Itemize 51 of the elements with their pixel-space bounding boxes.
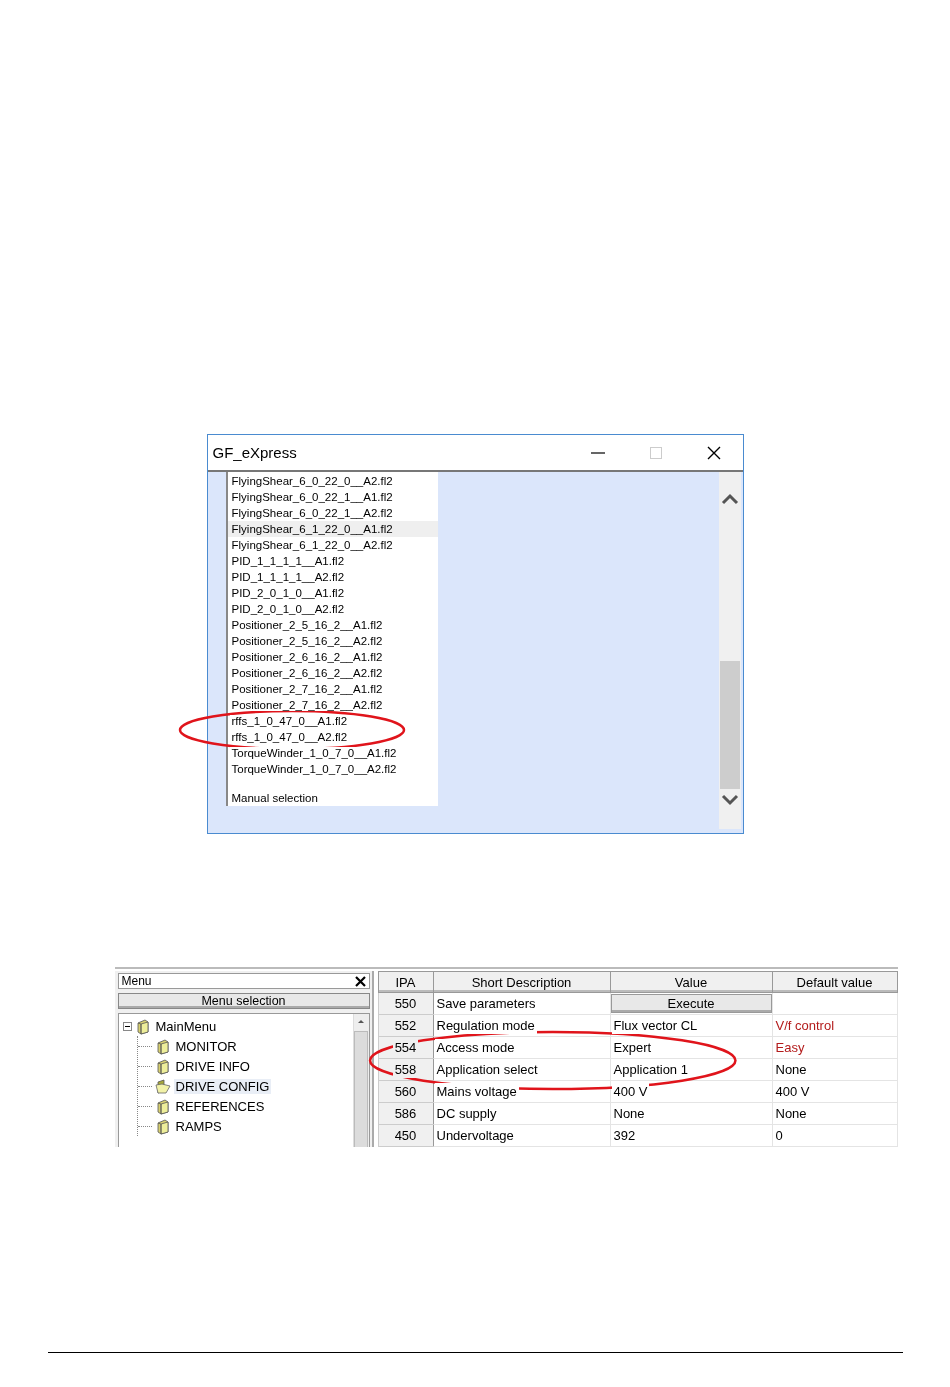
tree-item[interactable]: DRIVE CONFIG <box>173 1078 272 1094</box>
list-item[interactable]: TorqueWinder_1_0_7_0__A1.fl2 <box>229 747 399 759</box>
folder-icon <box>154 1037 171 1055</box>
list-item[interactable]: Positioner_2_6_16_2__A1.fl2 <box>229 651 385 663</box>
list-item[interactable]: Positioner_2_7_16_2__A1.fl2 <box>229 683 385 695</box>
tree-item[interactable]: RAMPS <box>173 1118 224 1134</box>
list-item[interactable]: FlyingShear_6_0_22_0__A2.fl2 <box>229 475 395 487</box>
column-header[interactable]: Value <box>610 971 772 993</box>
list-item[interactable]: rffs_1_0_47_0__A2.fl2 <box>229 731 350 743</box>
scrollbar-thumb[interactable] <box>719 661 740 789</box>
list-item[interactable]: PID_2_0_1_0__A1.fl2 <box>229 587 347 599</box>
list-item[interactable]: PID_1_1_1_1__A2.fl2 <box>229 571 347 583</box>
column-header[interactable]: Short Description <box>433 971 610 993</box>
list-item[interactable]: PID_2_0_1_0__A2.fl2 <box>229 603 347 615</box>
column-header[interactable]: Default value <box>772 971 897 993</box>
menu-selection-button[interactable]: Menu selection <box>117 993 370 1009</box>
close-icon <box>706 445 721 460</box>
window-title: GF_eXpress <box>212 444 298 461</box>
list-item[interactable]: Positioner_2_6_16_2__A2.fl2 <box>229 667 385 679</box>
list-item[interactable]: FlyingShear_6_1_22_0__A1.fl2 <box>229 523 395 535</box>
column-header[interactable]: IPA <box>378 971 433 993</box>
tree-item[interactable]: MONITOR <box>173 1038 239 1054</box>
table-cell: Mains voltage <box>434 1083 519 1100</box>
folder-icon <box>154 1097 171 1115</box>
maximize-icon <box>649 446 662 459</box>
chevron-up-icon <box>720 492 739 506</box>
tree-item[interactable]: MainMenu <box>153 1018 219 1034</box>
panel-title: Menu <box>121 974 153 988</box>
scrollbar[interactable] <box>352 1014 369 1147</box>
list-item[interactable]: Manual selection <box>229 792 320 804</box>
list-item[interactable]: rffs_1_0_47_0__A1.fl2 <box>229 715 350 727</box>
list-item[interactable]: Positioner_2_5_16_2__A1.fl2 <box>229 619 385 631</box>
list-item[interactable]: FlyingShear_6_0_22_1__A2.fl2 <box>229 507 395 519</box>
chevron-down-icon <box>720 793 739 807</box>
list-item[interactable]: Positioner_2_7_16_2__A2.fl2 <box>229 699 385 711</box>
list-item[interactable]: FlyingShear_6_0_22_1__A1.fl2 <box>229 491 395 503</box>
folder-icon <box>134 1017 151 1035</box>
scroll-up-icon <box>357 1018 365 1025</box>
scrollbar[interactable] <box>718 472 741 829</box>
list-item[interactable]: TorqueWinder_1_0_7_0__A2.fl2 <box>229 763 399 775</box>
list-item[interactable]: FlyingShear_6_1_22_0__A2.fl2 <box>229 539 395 551</box>
execute-button[interactable]: Execute <box>610 994 772 1013</box>
tree-item[interactable]: DRIVE INFO <box>173 1058 252 1074</box>
scrollbar-thumb[interactable] <box>354 1031 368 1147</box>
folder-icon <box>154 1117 171 1135</box>
list-item[interactable]: PID_1_1_1_1__A1.fl2 <box>229 555 347 567</box>
folder-icon <box>154 1057 171 1075</box>
list-item[interactable]: Positioner_2_5_16_2__A2.fl2 <box>229 635 385 647</box>
close-icon <box>354 975 366 987</box>
tree-item[interactable]: REFERENCES <box>173 1098 267 1114</box>
folder-icon <box>154 1077 171 1095</box>
